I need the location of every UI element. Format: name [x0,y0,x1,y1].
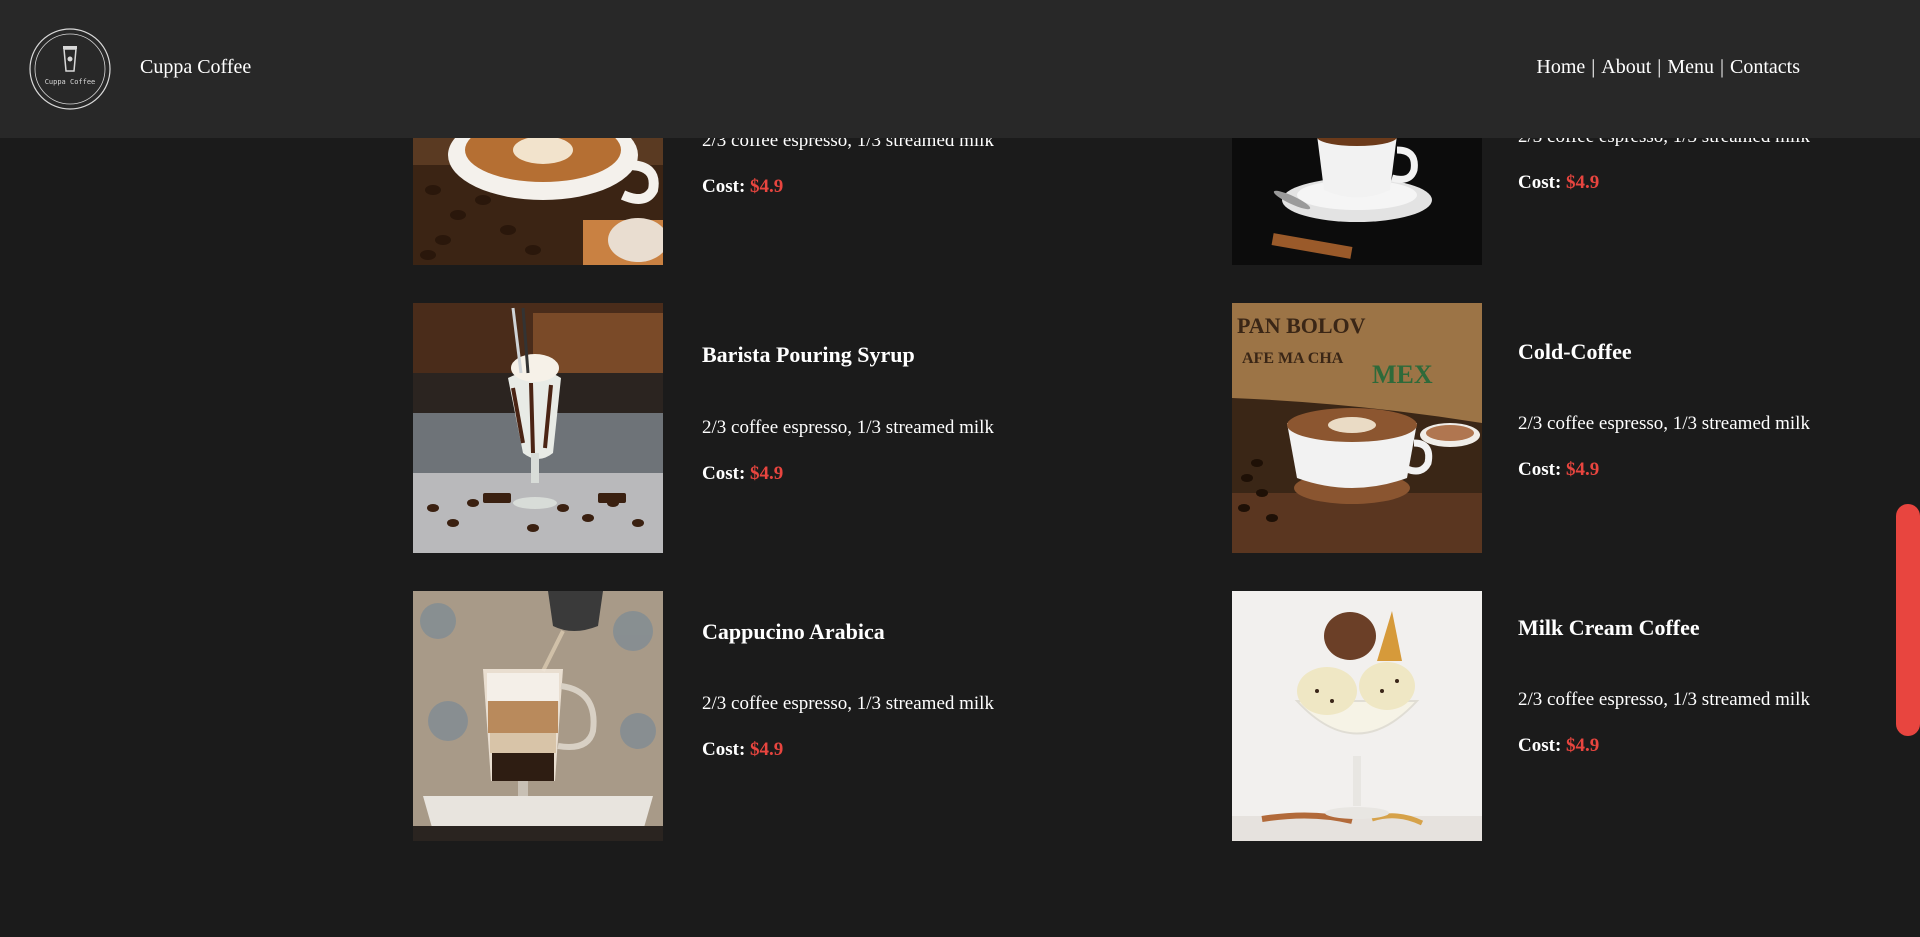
menu-item-cost: Cost: $4.9 [1518,172,1599,194]
menu-item-description: 2/3 coffee espresso, 1/3 streamed milk [702,417,994,438]
menu-item-description: 2/3 coffee espresso, 1/3 streamed milk [1518,413,1810,434]
menu-item-price: $4.9 [750,463,784,484]
brand-name[interactable]: Cuppa Coffee [140,56,251,79]
menu-item-name: Barista Pouring Syrup [702,342,915,367]
menu-item: Milk Cream Coffee 2/3 coffee espresso, 1… [1232,591,1882,841]
menu-item-image [413,303,663,553]
nav-about[interactable]: About [1601,56,1651,79]
menu-item-cost: Cost: $4.9 [1518,459,1599,481]
cost-label: Cost: [1518,735,1562,756]
menu-item-image [1232,591,1482,841]
menu-item-name: Cold-Coffee [1518,339,1632,364]
menu-item-name: Cappucino Arabica [702,619,885,644]
logo[interactable]: Cuppa Coffee [28,27,112,111]
svg-text:AFE MA CHA: AFE MA CHA [1242,350,1344,367]
menu-item-cost: Cost: $4.9 [1518,735,1599,757]
menu-item-price: $4.9 [1566,172,1600,193]
site-header: Cuppa Coffee Cuppa Coffee Home | About |… [0,0,1920,138]
menu-item-cost: Cost: $4.9 [702,463,783,485]
nav-home[interactable]: Home [1536,56,1585,79]
menu-item-image [413,591,663,841]
menu-item-description: 2/3 coffee espresso, 1/3 streamed milk [1518,689,1810,710]
cost-label: Cost: [1518,459,1562,480]
cost-label: Cost: [702,739,746,760]
menu-item-cost: Cost: $4.9 [702,176,783,198]
menu-item-cost: Cost: $4.9 [702,739,783,761]
menu-item: PAN BOLOV AFE MA CHA MEX Cold-Coffee 2/3 [1232,303,1882,553]
menu-item-price: $4.9 [1566,735,1600,756]
menu-item-name: Milk Cream Coffee [1518,615,1700,640]
scrollbar-thumb[interactable] [1896,504,1920,736]
main-nav: Home | About | Menu | Contacts [1536,56,1800,79]
menu-item-price: $4.9 [750,176,784,197]
menu-section: 2/3 coffee espresso, 1/3 streamed milk C… [0,0,1895,937]
cost-label: Cost: [1518,172,1562,193]
menu-item: Barista Pouring Syrup 2/3 coffee espress… [413,303,1063,553]
menu-item-image: PAN BOLOV AFE MA CHA MEX [1232,303,1482,553]
nav-separator: | [1657,56,1662,78]
menu-item-price: $4.9 [1566,459,1600,480]
svg-text:Cuppa Coffee: Cuppa Coffee [45,78,96,86]
nav-separator: | [1591,56,1596,78]
scrollbar-track[interactable] [1895,138,1920,937]
svg-text:MEX: MEX [1372,360,1433,389]
cost-label: Cost: [702,176,746,197]
menu-item-description: 2/3 coffee espresso, 1/3 streamed milk [702,693,994,714]
nav-menu[interactable]: Menu [1667,56,1714,79]
menu-item-price: $4.9 [750,739,784,760]
nav-contacts[interactable]: Contacts [1730,56,1800,79]
cost-label: Cost: [702,463,746,484]
nav-separator: | [1719,56,1724,78]
svg-text:PAN BOLOV: PAN BOLOV [1237,313,1366,338]
menu-item: Cappucino Arabica 2/3 coffee espresso, 1… [413,591,1063,841]
